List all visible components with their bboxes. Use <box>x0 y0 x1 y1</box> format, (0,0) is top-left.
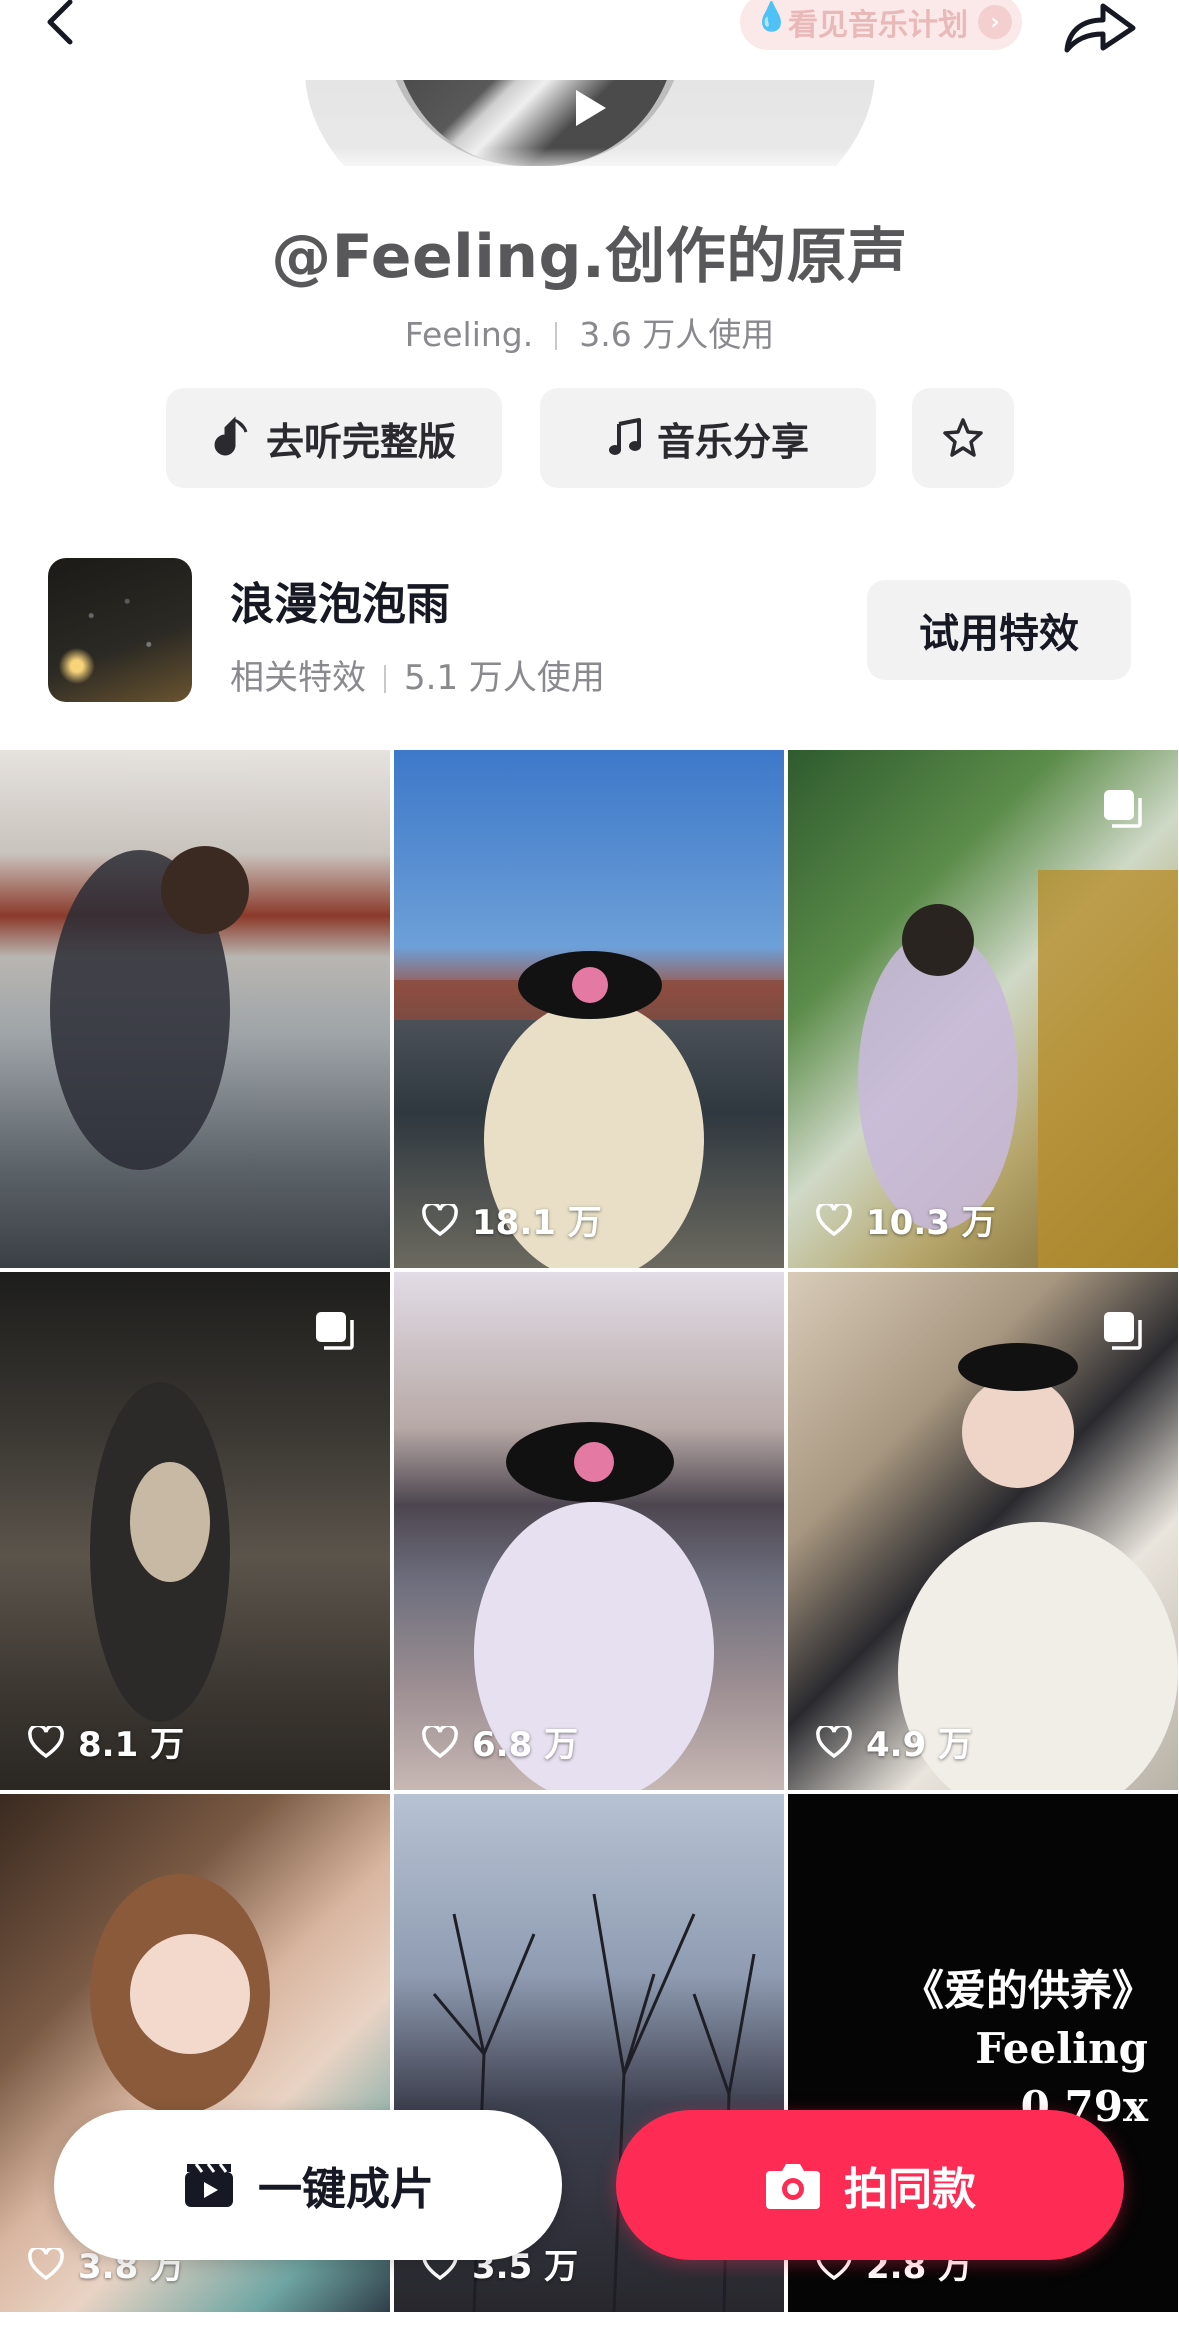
like-count: 18.1 万 <box>422 1195 602 1244</box>
video-tile[interactable]: 6.8 万 <box>394 1272 784 1790</box>
camera-icon <box>766 2164 820 2209</box>
music-plan-label: 看见音乐计划 <box>788 8 968 43</box>
video-thumbnail <box>394 951 784 1268</box>
like-count-label: 6.8 万 <box>472 1725 579 1765</box>
music-plan-badge[interactable]: 💧 看见音乐计划 › <box>740 0 1022 50</box>
effect-name: 浪漫泡泡雨 <box>230 579 450 630</box>
like-count-label: 4.9 万 <box>866 1725 973 1765</box>
one-tap-create-label: 一键成片 <box>258 2164 434 2215</box>
music-share-label: 音乐分享 <box>656 419 809 464</box>
play-icon[interactable] <box>570 86 610 130</box>
sound-usage-count: 3.6 万人使用 <box>579 315 775 354</box>
share-button[interactable] <box>1059 0 1139 56</box>
heart-icon <box>816 1203 852 1236</box>
shoot-same-label: 拍同款 <box>844 2164 976 2215</box>
music-share-button[interactable]: 音乐分享 <box>540 388 876 488</box>
clapperboard-icon <box>185 2163 233 2207</box>
overlay-line: 《爱的供养》 <box>901 1966 1154 2015</box>
drop-icon: 💧 <box>754 0 789 33</box>
heart-icon <box>422 1725 458 1758</box>
author-name[interactable]: Feeling. <box>405 315 533 354</box>
multi-image-icon <box>1104 1312 1142 1350</box>
share-arrow-icon <box>1064 3 1136 53</box>
divider <box>384 665 386 693</box>
heart-icon <box>28 1725 64 1758</box>
video-tile[interactable]: 10.3 万 <box>788 750 1178 1268</box>
disc-fade <box>0 148 1179 178</box>
one-tap-create-button[interactable]: 一键成片 <box>54 2110 562 2260</box>
multi-image-icon <box>1104 790 1142 828</box>
sound-title: @Feeling.创作的原声 <box>271 222 908 292</box>
like-count-label: 10.3 万 <box>866 1203 996 1243</box>
related-effect-row[interactable]: 浪漫泡泡雨 相关特效 5.1 万人使用 试用特效 <box>48 558 1131 702</box>
overlay-line: Feeling <box>975 2024 1148 2073</box>
effect-meta: 相关特效 5.1 万人使用 <box>230 650 605 699</box>
multi-image-icon <box>316 1312 354 1350</box>
video-tile[interactable] <box>0 750 390 1268</box>
listen-full-button[interactable]: 去听完整版 <box>166 388 502 488</box>
video-tile[interactable]: 8.1 万 <box>0 1272 390 1790</box>
back-button[interactable] <box>40 0 100 50</box>
top-bar: 💧 看见音乐计划 › <box>0 0 1179 80</box>
music-note-icon <box>608 418 641 455</box>
listen-full-label: 去听完整版 <box>265 419 456 464</box>
chevron-left-icon <box>47 0 73 45</box>
video-grid: 18.1 万 10.3 万 8.1 万 6.8 万 4.9 万 3.8 万 3.… <box>0 750 1179 2325</box>
sound-detail-page: 💧 看见音乐计划 › @Feeling.创作的原声 Feeling. 3.6 万人… <box>0 0 1179 2325</box>
video-thumbnail <box>474 1422 714 1790</box>
like-count-label: 18.1 万 <box>472 1203 602 1243</box>
video-tile[interactable]: 18.1 万 <box>394 750 784 1268</box>
heart-icon <box>28 2247 64 2280</box>
favorite-button[interactable] <box>912 388 1014 488</box>
heart-icon <box>816 1725 852 1758</box>
effect-tag: 相关特效 <box>230 658 366 698</box>
heart-icon <box>422 1203 458 1236</box>
like-count: 8.1 万 <box>28 1717 184 1766</box>
music-app-icon <box>214 416 248 456</box>
like-count: 10.3 万 <box>816 1195 996 1244</box>
like-count: 6.8 万 <box>422 1717 578 1766</box>
star-icon <box>943 418 983 457</box>
effect-usage-count: 5.1 万人使用 <box>404 658 605 698</box>
sound-meta: Feeling. 3.6 万人使用 <box>0 308 1179 356</box>
like-count-label: 8.1 万 <box>78 1725 185 1765</box>
effect-thumbnail[interactable] <box>48 558 192 702</box>
try-effect-button[interactable]: 试用特效 <box>867 580 1131 680</box>
video-tile[interactable]: 4.9 万 <box>788 1272 1178 1790</box>
shoot-same-button[interactable]: 拍同款 <box>616 2110 1124 2260</box>
chevron-right-icon: › <box>978 5 1012 39</box>
divider <box>555 322 558 350</box>
video-thumbnail <box>50 846 249 1170</box>
like-count: 4.9 万 <box>816 1717 972 1766</box>
